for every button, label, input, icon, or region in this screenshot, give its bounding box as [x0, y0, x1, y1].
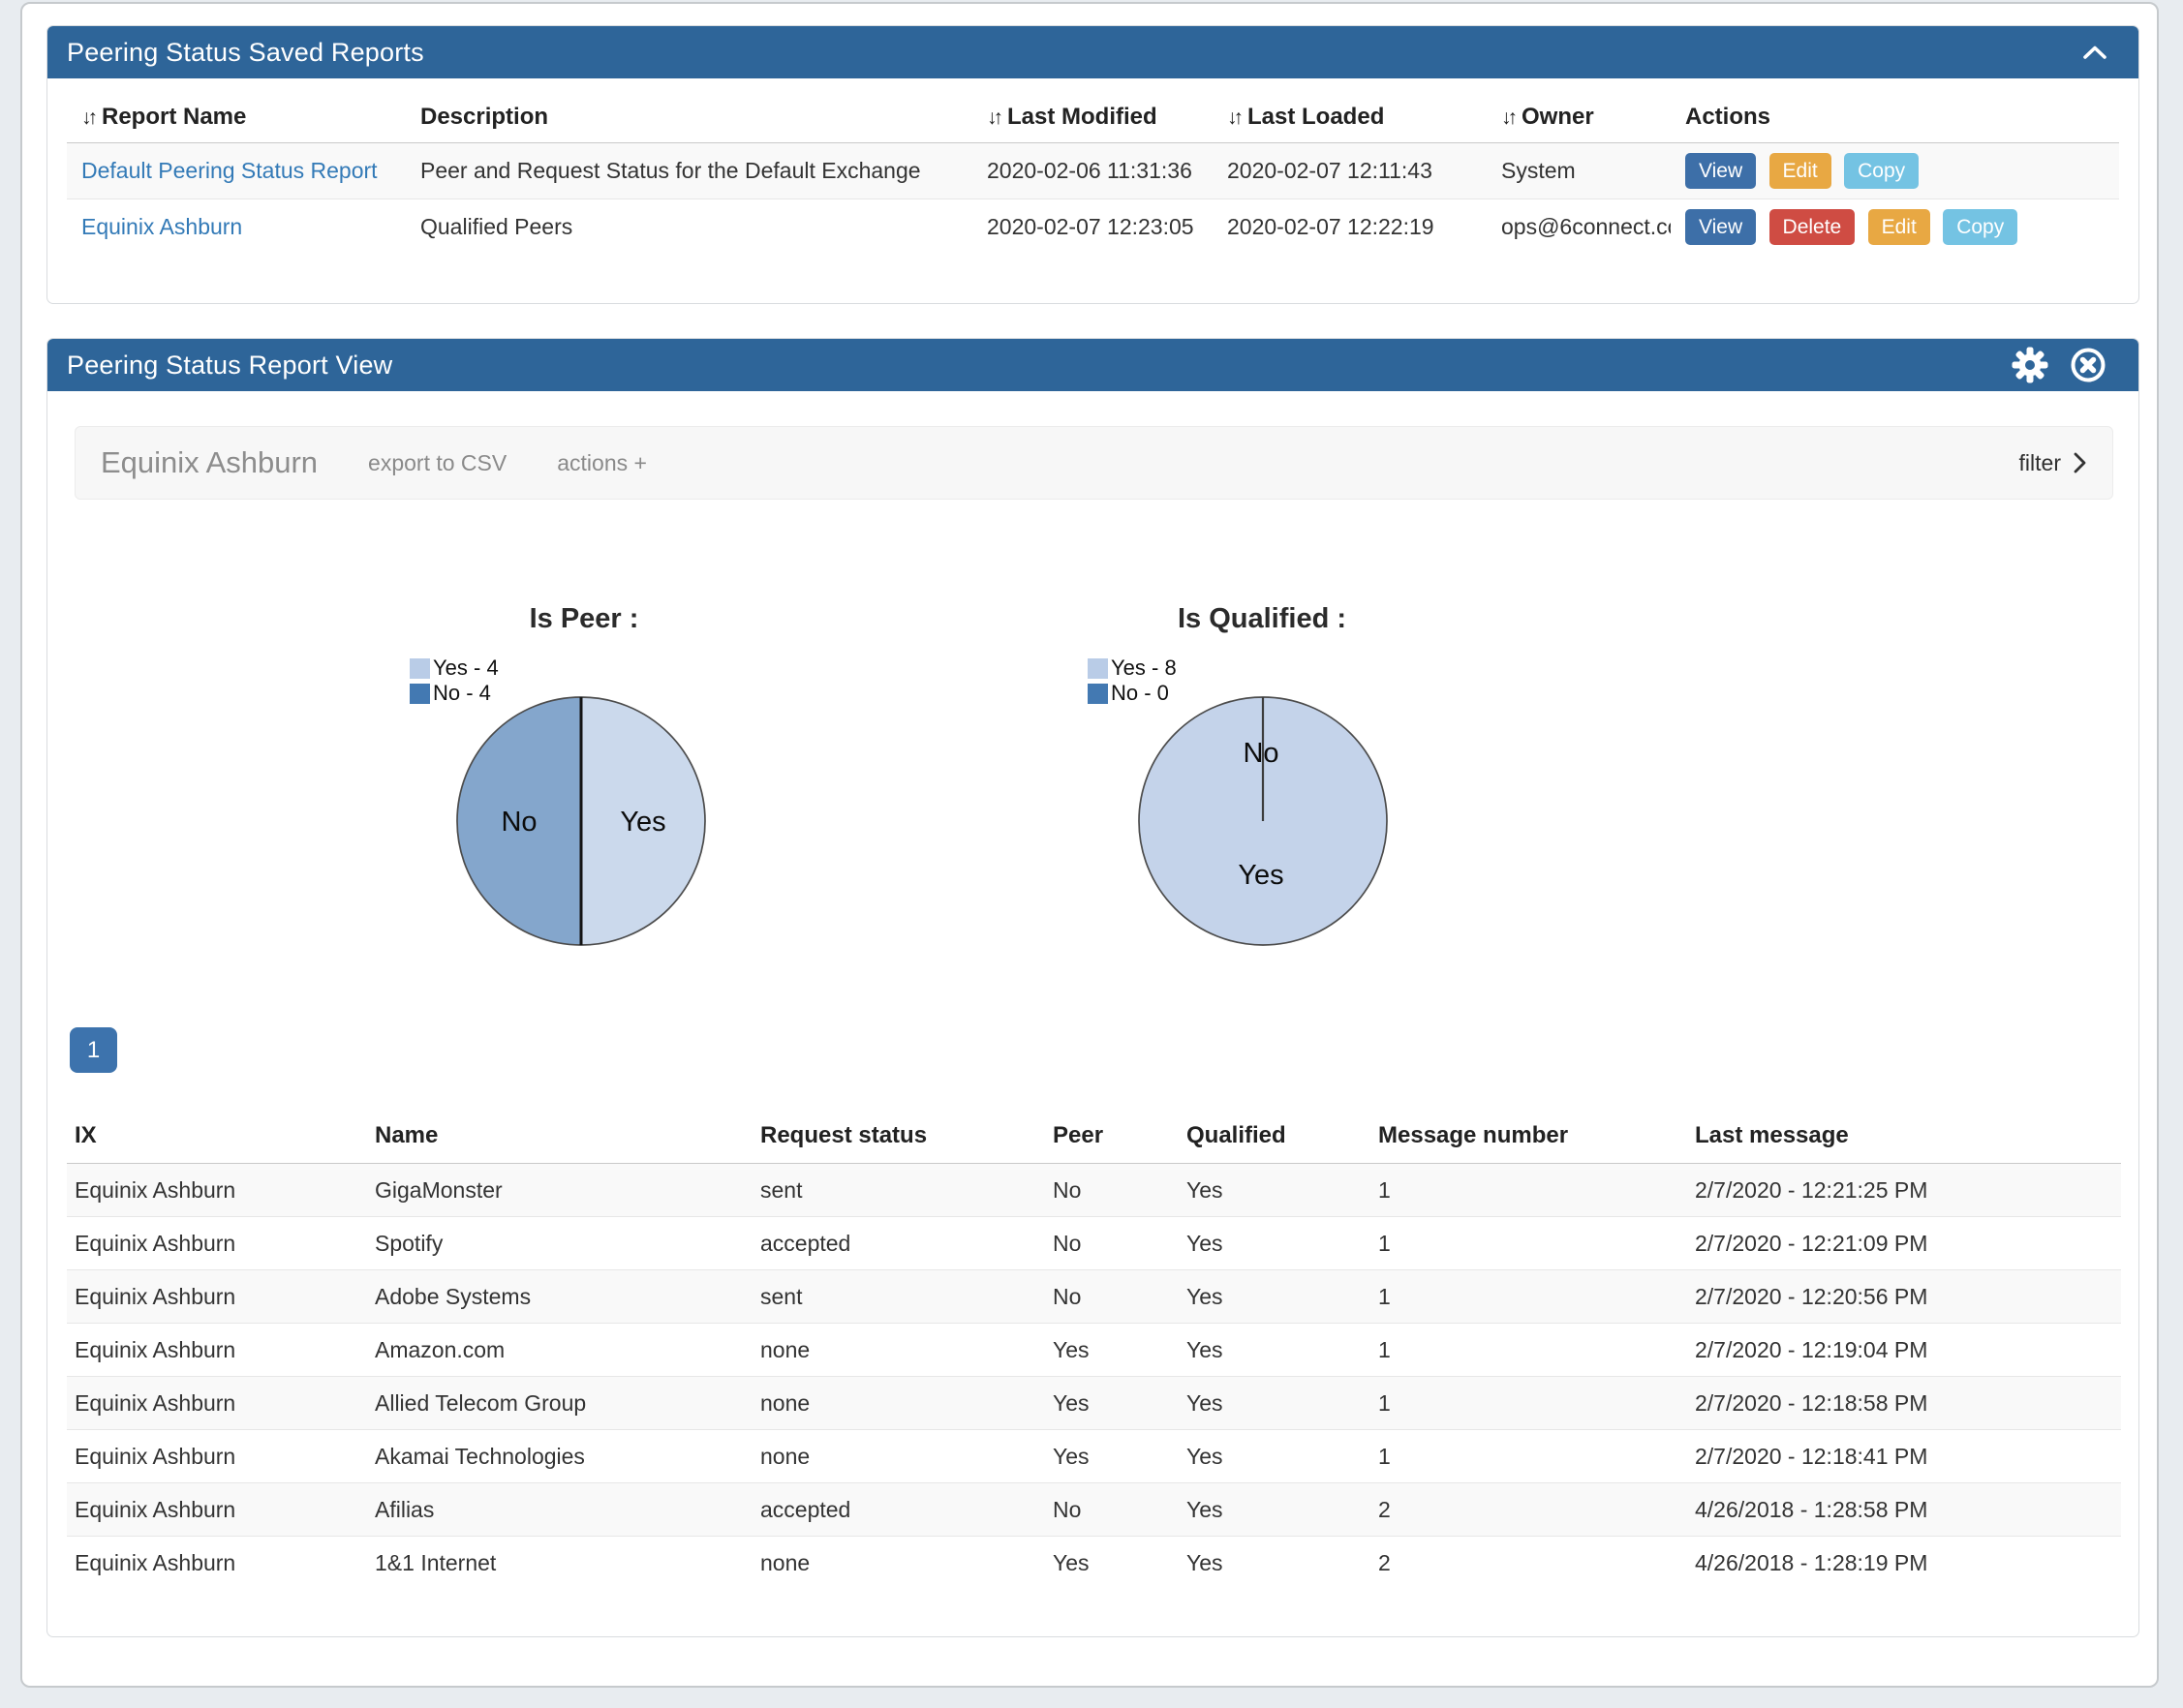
- page-card: Peering Status Saved Reports ↓↑Report Na…: [20, 2, 2159, 1688]
- is-qualified-pie-chart: Is Qualified : Yes - 8 No - 0 No Yes: [990, 592, 1534, 993]
- legend-swatch-yes: [410, 658, 430, 679]
- chevron-right-icon: [2073, 451, 2087, 474]
- table-row: Equinix Ashburn1&1 Internet noneYes Yes2…: [67, 1537, 2121, 1590]
- copy-button[interactable]: Copy: [1943, 209, 2017, 245]
- column-header-owner[interactable]: ↓↑Owner: [1487, 92, 1671, 143]
- filter-label: filter: [2019, 450, 2061, 476]
- report-owner: System: [1487, 143, 1671, 199]
- report-link[interactable]: Equinix Ashburn: [81, 214, 242, 239]
- report-last-loaded: 2020-02-07 12:22:19: [1213, 199, 1487, 256]
- actions-menu-link[interactable]: actions +: [557, 450, 647, 476]
- table-row: Equinix Ashburn Qualified Peers 2020-02-…: [67, 199, 2119, 256]
- column-header-last-loaded[interactable]: ↓↑Last Loaded: [1213, 92, 1487, 143]
- column-header-name: Name: [367, 1109, 753, 1164]
- pie-slice-label-yes: Yes: [620, 807, 665, 838]
- table-row: Equinix AshburnAllied Telecom Group none…: [67, 1377, 2121, 1430]
- table-row: Equinix AshburnAdobe Systems sentNo Yes1…: [67, 1270, 2121, 1324]
- report-description: Peer and Request Status for the Default …: [406, 143, 972, 199]
- sort-icon: ↓↑: [987, 107, 999, 129]
- table-row: Equinix AshburnAfilias acceptedNo Yes2 4…: [67, 1483, 2121, 1537]
- delete-button[interactable]: Delete: [1769, 209, 1856, 245]
- saved-reports-panel: Peering Status Saved Reports ↓↑Report Na…: [46, 25, 2139, 304]
- legend-swatch-yes: [1088, 658, 1108, 679]
- report-last-modified: 2020-02-06 11:31:36: [972, 143, 1213, 199]
- report-description: Qualified Peers: [406, 199, 972, 256]
- saved-reports-header: Peering Status Saved Reports: [47, 26, 2138, 78]
- is-peer-pie-chart: Is Peer : Yes - 4 No - 4 No Yes: [312, 592, 856, 993]
- report-view-title: Peering Status Report View: [67, 351, 392, 381]
- sort-icon: ↓↑: [1227, 107, 1240, 129]
- view-button[interactable]: View: [1685, 209, 1756, 245]
- sort-icon: ↓↑: [1501, 107, 1514, 129]
- column-header-message-number: Message number: [1370, 1109, 1687, 1164]
- table-row: Equinix AshburnAkamai Technologies noneY…: [67, 1430, 2121, 1483]
- table-row: Equinix AshburnSpotify acceptedNo Yes1 2…: [67, 1217, 2121, 1270]
- report-owner: ops@6connect.com: [1487, 199, 1671, 256]
- column-header-last-message: Last message: [1687, 1109, 2121, 1164]
- table-row: Equinix AshburnAmazon.com noneYes Yes1 2…: [67, 1324, 2121, 1377]
- column-header-peer: Peer: [1045, 1109, 1179, 1164]
- export-csv-link[interactable]: export to CSV: [368, 450, 507, 476]
- chart-title: Is Peer :: [312, 603, 856, 635]
- column-header-ix: IX: [67, 1109, 367, 1164]
- pie-slice-label-no: No: [1243, 738, 1278, 769]
- edit-button[interactable]: Edit: [1769, 153, 1831, 189]
- pie-slice-label-no: No: [501, 807, 537, 838]
- legend-swatch-no: [410, 684, 430, 704]
- column-header-report-name[interactable]: ↓↑Report Name: [67, 92, 406, 143]
- legend-label: Yes - 4: [433, 656, 499, 681]
- view-button[interactable]: View: [1685, 153, 1756, 189]
- column-header-description: Description: [406, 92, 972, 143]
- filter-toggle[interactable]: filter: [2019, 450, 2087, 476]
- legend-label: Yes - 8: [1111, 656, 1177, 681]
- sort-icon: ↓↑: [81, 107, 94, 129]
- report-view-header: Peering Status Report View: [47, 339, 2138, 391]
- report-name-heading: Equinix Ashburn: [101, 445, 318, 480]
- table-row: Default Peering Status Report Peer and R…: [67, 143, 2119, 199]
- column-header-qualified: Qualified: [1179, 1109, 1370, 1164]
- legend-swatch-no: [1088, 684, 1108, 704]
- pie-slice-label-yes: Yes: [1238, 860, 1283, 891]
- gear-icon[interactable]: [2011, 346, 2049, 384]
- saved-reports-title: Peering Status Saved Reports: [67, 38, 424, 68]
- report-view-panel: Peering Status Report View: [46, 338, 2139, 1637]
- report-toolbar: Equinix Ashburn export to CSV actions + …: [75, 426, 2113, 500]
- report-last-loaded: 2020-02-07 12:11:43: [1213, 143, 1487, 199]
- saved-reports-table: ↓↑Report Name Description ↓↑Last Modifie…: [67, 92, 2119, 256]
- report-link[interactable]: Default Peering Status Report: [81, 158, 378, 183]
- report-last-modified: 2020-02-07 12:23:05: [972, 199, 1213, 256]
- close-circle-icon[interactable]: [2069, 346, 2107, 384]
- table-row: Equinix AshburnGigaMonster sentNo Yes1 2…: [67, 1164, 2121, 1217]
- collapse-chevron-up-icon[interactable]: [2082, 45, 2107, 60]
- column-header-last-modified[interactable]: ↓↑Last Modified: [972, 92, 1213, 143]
- chart-title: Is Qualified :: [990, 603, 1534, 635]
- column-header-request-status: Request status: [753, 1109, 1045, 1164]
- pagination-page-1-button[interactable]: 1: [70, 1027, 117, 1073]
- edit-button[interactable]: Edit: [1868, 209, 1930, 245]
- copy-button[interactable]: Copy: [1844, 153, 1919, 189]
- column-header-actions: Actions: [1671, 92, 2119, 143]
- peering-results-table: IX Name Request status Peer Qualified Me…: [67, 1109, 2121, 1590]
- pie-graphic: No Yes: [449, 689, 713, 953]
- pie-graphic: No Yes: [1131, 689, 1395, 953]
